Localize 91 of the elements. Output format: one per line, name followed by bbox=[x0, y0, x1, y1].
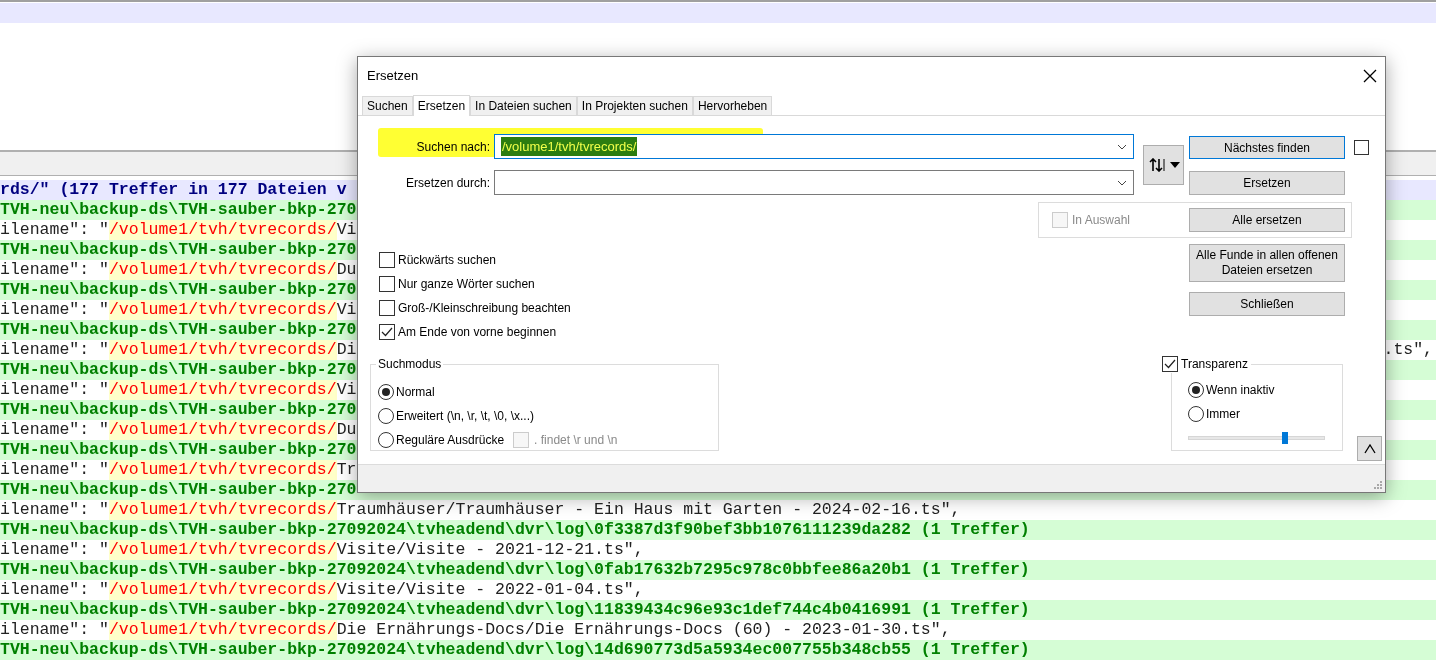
close-icon[interactable] bbox=[1363, 69, 1377, 83]
radio-button[interactable] bbox=[378, 408, 394, 424]
match-highlight: /volume1/tvh/tvrecords/ bbox=[108, 420, 337, 440]
result-summary: rds/" (177 Treffer in 177 Dateien v bbox=[0, 180, 347, 200]
field-label: Suchen nach: bbox=[416, 138, 491, 156]
match-highlight: /volume1/tvh/tvrecords/ bbox=[108, 300, 337, 320]
window-title: Ersetzen bbox=[367, 67, 419, 86]
tab[interactable]: Suchen bbox=[362, 96, 413, 115]
file-path[interactable]: TVH-neu\backup-ds\TVH-sauber-bkp-270 bbox=[0, 320, 357, 340]
code-text: ilename": " bbox=[0, 380, 109, 400]
dropdown-caret-icon bbox=[1117, 179, 1127, 186]
search-field[interactable]: /volume1/tvh/tvrecords/ bbox=[494, 134, 1134, 159]
code-text: Die Ernährungs-Docs/Die Ernährungs-Docs (60) - 2023-01-30.ts", bbox=[336, 620, 951, 640]
checkbox-label: Transparenz bbox=[1181, 356, 1248, 373]
code-text: ilename": " bbox=[0, 500, 109, 520]
tab[interactable]: In Projekten suchen bbox=[576, 96, 693, 115]
file-path[interactable]: TVH-neu\backup-ds\TVH-sauber-bkp-270 bbox=[0, 240, 357, 260]
caret-up-icon bbox=[1363, 443, 1376, 454]
match-highlight: /volume1/tvh/tvrecords/ bbox=[108, 620, 337, 640]
field-label: Ersetzen durch: bbox=[404, 174, 491, 192]
checkbox[interactable] bbox=[1354, 140, 1369, 155]
radio-button[interactable] bbox=[1188, 406, 1204, 422]
code-text: Tr bbox=[336, 460, 357, 480]
checkbox-label: In Auswahl bbox=[1072, 212, 1131, 229]
checkbox[interactable] bbox=[379, 324, 395, 340]
code-text: Vi bbox=[336, 380, 357, 400]
checkbox[interactable] bbox=[379, 276, 395, 292]
collapse-button[interactable] bbox=[1357, 436, 1382, 461]
code-text: Du bbox=[336, 260, 357, 280]
code-text: ilename": " bbox=[0, 220, 109, 240]
checkbox[interactable] bbox=[379, 252, 395, 268]
match-highlight: /volume1/tvh/tvrecords/ bbox=[108, 340, 337, 360]
close-button[interactable]: Schließen bbox=[1189, 292, 1345, 316]
tab[interactable]: Hervorheben bbox=[692, 96, 773, 115]
match-highlight: /volume1/tvh/tvrecords/ bbox=[108, 580, 337, 600]
radio-button[interactable] bbox=[378, 384, 394, 400]
checkbox-label: . findet \r und \n bbox=[534, 432, 618, 449]
code-text: Du bbox=[336, 420, 357, 440]
code-text: ilename": " bbox=[0, 300, 109, 320]
radio-label: Erweitert (\n, \r, \t, \0, \x...) bbox=[396, 408, 535, 425]
code-text: ilename": " bbox=[0, 340, 109, 360]
code-text: Vi bbox=[336, 220, 357, 240]
match-highlight: /volume1/tvh/tvrecords/ bbox=[108, 220, 337, 240]
file-path[interactable]: TVH-neu\backup-ds\TVH-sauber-bkp-270 bbox=[0, 280, 357, 300]
match-highlight: /volume1/tvh/tvrecords/ bbox=[108, 260, 337, 280]
code-text: ilename": " bbox=[0, 460, 109, 480]
code-text: ilename": " bbox=[0, 620, 109, 640]
checkbox[interactable] bbox=[1162, 356, 1178, 372]
code-text: Vi bbox=[336, 300, 357, 320]
code-text: .ts", bbox=[1383, 340, 1434, 360]
checkbox-label: Am Ende von vorne beginnen bbox=[398, 324, 557, 341]
radio-label: Normal bbox=[396, 384, 435, 401]
radio-label: Wenn inaktiv bbox=[1206, 382, 1275, 399]
file-path[interactable]: TVH-neu\backup-ds\TVH-sauber-bkp-270 bbox=[0, 440, 357, 460]
file-path[interactable]: TVH-neu\backup-ds\TVH-sauber-bkp-270 bbox=[0, 200, 357, 220]
tab[interactable]: In Dateien suchen bbox=[470, 96, 577, 115]
resize-grip-icon[interactable] bbox=[1373, 480, 1383, 490]
tab[interactable]: Ersetzen bbox=[412, 95, 471, 116]
dropdown-caret-icon bbox=[1117, 143, 1127, 150]
radio-button[interactable] bbox=[1188, 382, 1204, 398]
swap-direction-button[interactable] bbox=[1143, 144, 1184, 185]
transparency-slider[interactable] bbox=[1188, 432, 1325, 444]
code-text: Visite/Visite - 2022-01-04.ts", bbox=[336, 580, 644, 600]
replace-field[interactable] bbox=[494, 170, 1134, 195]
checkbox-label: Groß-/Kleinschreibung beachten bbox=[398, 300, 571, 317]
match-highlight: /volume1/tvh/tvrecords/ bbox=[108, 540, 337, 560]
file-path[interactable]: TVH-neu\backup-ds\TVH-sauber-bkp-270 bbox=[0, 360, 357, 380]
replace-button[interactable]: Ersetzen bbox=[1189, 171, 1345, 195]
checkbox-label: Rückwärts suchen bbox=[398, 252, 497, 269]
caret-icon bbox=[1169, 161, 1180, 168]
radio-label: Immer bbox=[1206, 406, 1240, 423]
code-text: ilename": " bbox=[0, 260, 109, 280]
code-text: ilename": " bbox=[0, 420, 109, 440]
code-text: Di bbox=[336, 340, 357, 360]
match-highlight: /volume1/tvh/tvrecords/ bbox=[108, 500, 337, 520]
match-highlight: /volume1/tvh/tvrecords/ bbox=[108, 460, 337, 480]
code-text: Traumhäuser/Traumhäuser - Ein Haus mit Garten - 2024-02-16.ts", bbox=[336, 500, 961, 520]
radio-button[interactable] bbox=[378, 432, 394, 448]
code-text: Visite/Visite - 2021-12-21.ts", bbox=[336, 540, 644, 560]
replace-all-open-files-button[interactable]: Alle Funde in allen offenen Dateien ersetzen bbox=[1189, 244, 1345, 282]
checkbox[interactable] bbox=[379, 300, 395, 316]
checkbox-label: Nur ganze Wörter suchen bbox=[398, 276, 535, 293]
match-highlight: /volume1/tvh/tvrecords/ bbox=[108, 380, 337, 400]
code-text: ilename": " bbox=[0, 580, 109, 600]
find-next-button[interactable]: Nächstes finden bbox=[1189, 136, 1345, 159]
slider-thumb[interactable] bbox=[1282, 432, 1289, 444]
replace-all-button[interactable]: Alle ersetzen bbox=[1189, 208, 1345, 232]
code-text: ilename": " bbox=[0, 540, 109, 560]
swap-arrows-icon bbox=[1147, 157, 1168, 172]
file-path[interactable]: TVH-neu\backup-ds\TVH-sauber-bkp-270 bbox=[0, 400, 357, 420]
radio-label: Reguläre Ausdrücke bbox=[396, 432, 505, 449]
